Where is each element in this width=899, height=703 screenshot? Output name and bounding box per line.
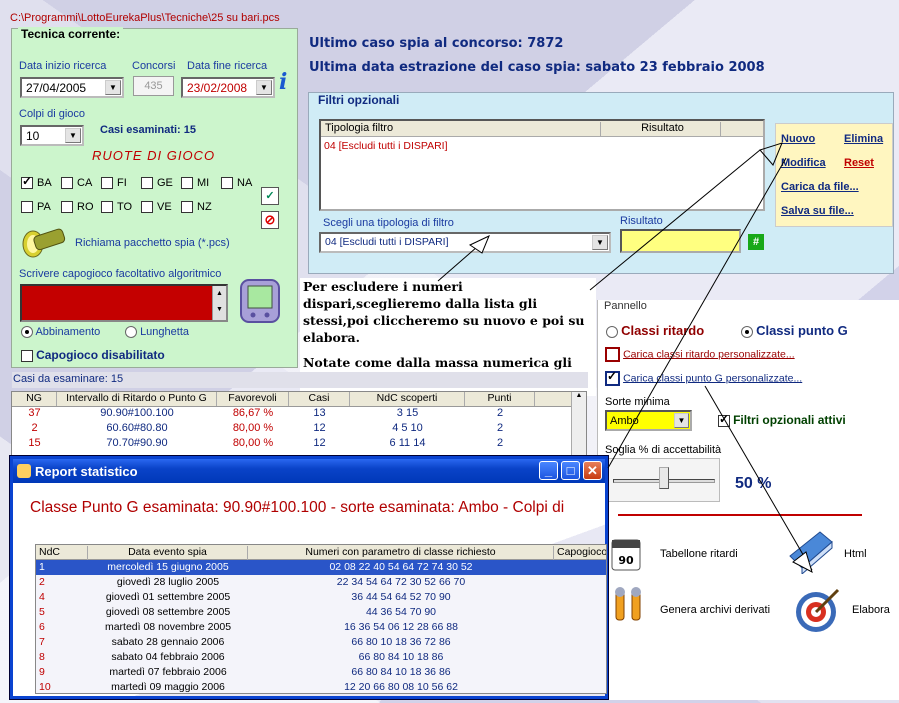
annotation-arrows xyxy=(437,142,813,573)
